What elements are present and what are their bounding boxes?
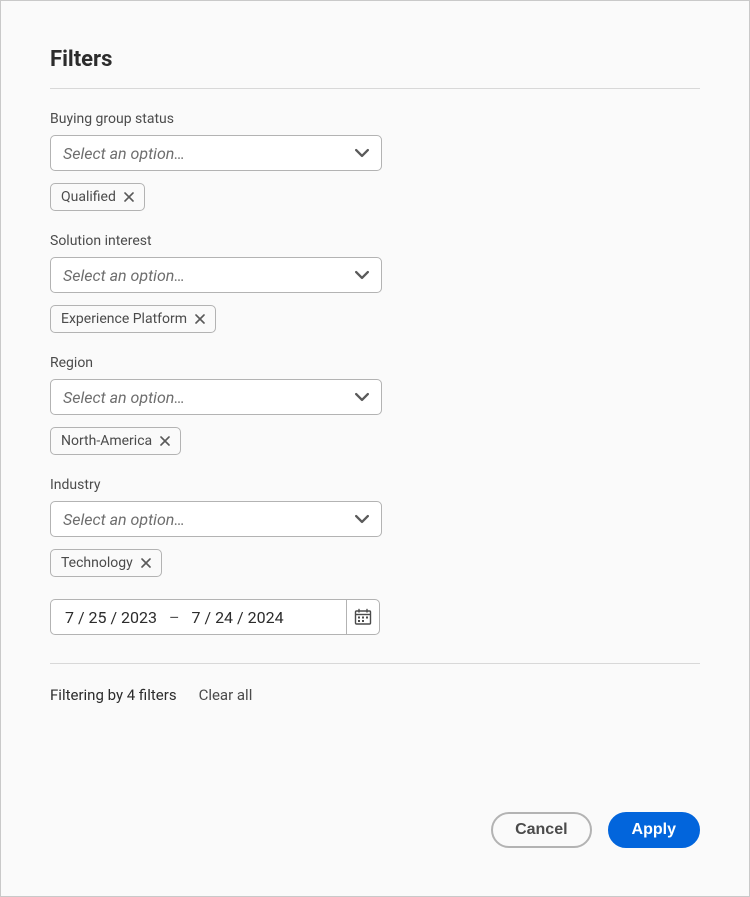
date-range-field: 7 / 25 / 2023 – 7 / 24 / 2024 <box>50 599 700 635</box>
divider <box>50 88 700 89</box>
select-solution-interest[interactable]: Select an option… <box>50 257 382 293</box>
filters-panel: Filters Buying group status Select an op… <box>0 0 750 897</box>
filter-count-text: Filtering by 4 filters <box>50 686 177 704</box>
field-industry: Industry Select an option… Technology <box>50 477 700 577</box>
tag-label: Qualified <box>61 189 116 205</box>
date-range-input[interactable]: 7 / 25 / 2023 – 7 / 24 / 2024 <box>50 599 346 635</box>
chevron-down-icon <box>355 390 369 404</box>
apply-button[interactable]: Apply <box>608 812 700 848</box>
tag-label: Technology <box>61 555 133 571</box>
select-buying-group-status[interactable]: Select an option… <box>50 135 382 171</box>
close-icon[interactable] <box>124 192 134 202</box>
field-solution-interest: Solution interest Select an option… Expe… <box>50 233 700 333</box>
date-end: 7 / 24 / 2024 <box>192 608 284 627</box>
tags-row: Experience Platform <box>50 305 700 333</box>
date-start: 7 / 25 / 2023 <box>65 608 157 627</box>
tag-label: Experience Platform <box>61 311 187 327</box>
tag-label: North-America <box>61 433 152 449</box>
field-region: Region Select an option… North-America <box>50 355 700 455</box>
chevron-down-icon <box>355 268 369 282</box>
field-label: Solution interest <box>50 233 700 249</box>
calendar-button[interactable] <box>346 599 380 635</box>
field-buying-group-status: Buying group status Select an option… Qu… <box>50 111 700 211</box>
select-placeholder: Select an option… <box>63 388 185 407</box>
divider <box>50 663 700 664</box>
select-industry[interactable]: Select an option… <box>50 501 382 537</box>
field-label: Industry <box>50 477 700 493</box>
tag-technology: Technology <box>50 549 162 577</box>
chevron-down-icon <box>355 146 369 160</box>
close-icon[interactable] <box>195 314 205 324</box>
cancel-button[interactable]: Cancel <box>491 812 591 848</box>
select-placeholder: Select an option… <box>63 144 185 163</box>
tag-experience-platform: Experience Platform <box>50 305 216 333</box>
tag-north-america: North-America <box>50 427 181 455</box>
tag-qualified: Qualified <box>50 183 145 211</box>
calendar-icon <box>354 608 372 626</box>
field-label: Region <box>50 355 700 371</box>
select-region[interactable]: Select an option… <box>50 379 382 415</box>
field-label: Buying group status <box>50 111 700 127</box>
filter-summary: Filtering by 4 filters Clear all <box>50 686 700 704</box>
close-icon[interactable] <box>141 558 151 568</box>
panel-title: Filters <box>50 47 700 72</box>
tags-row: North-America <box>50 427 700 455</box>
select-placeholder: Select an option… <box>63 266 185 285</box>
select-placeholder: Select an option… <box>63 510 185 529</box>
chevron-down-icon <box>355 512 369 526</box>
clear-all-link[interactable]: Clear all <box>199 686 253 704</box>
date-separator: – <box>169 608 180 627</box>
close-icon[interactable] <box>160 436 170 446</box>
tags-row: Technology <box>50 549 700 577</box>
tags-row: Qualified <box>50 183 700 211</box>
footer-actions: Cancel Apply <box>491 812 700 848</box>
